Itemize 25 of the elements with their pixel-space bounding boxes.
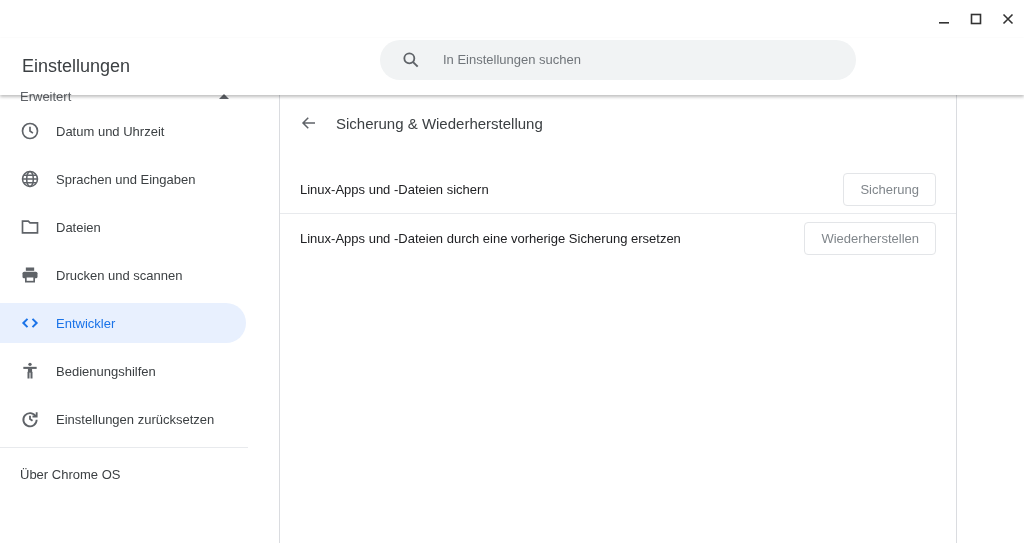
sidebar-item[interactable]: Sprachen und Eingaben [0,159,246,199]
setting-label: Linux-Apps und -Dateien sichern [300,181,489,197]
sidebar-item[interactable]: Einstellungen zurücksetzen [0,399,246,439]
sidebar-item[interactable]: Bedienungshilfen [0,351,246,391]
search-icon [401,49,421,70]
reset-icon [20,409,40,429]
printer-icon [20,265,40,285]
folder-icon [20,217,40,237]
maximize-icon[interactable] [970,13,982,25]
app-title: Einstellungen [22,56,132,77]
section-label: Erweitert [20,89,72,103]
page-title: Sicherung & Wiederherstellung [336,114,543,132]
clock-icon [20,121,40,141]
back-arrow-icon[interactable] [300,114,318,132]
caret-icon[interactable] [219,93,229,99]
about-link[interactable]: Über Chrome OS [0,448,279,501]
setting-label: Linux-Apps und -Dateien durch eine vorherige Sicherung ersetzen [300,230,681,246]
search-field[interactable]: In Einstellungen suchen [380,39,856,80]
close-icon[interactable] [1002,13,1014,25]
globe-icon [20,169,40,189]
sidebar-item[interactable]: Datum und Uhrzeit [0,111,246,151]
sidebar-item[interactable]: Drucken und scannen [0,255,246,295]
person-icon [20,361,40,381]
sidebar-item[interactable]: Entwickler [0,303,246,343]
sidebar-item[interactable]: Dateien [0,207,246,247]
